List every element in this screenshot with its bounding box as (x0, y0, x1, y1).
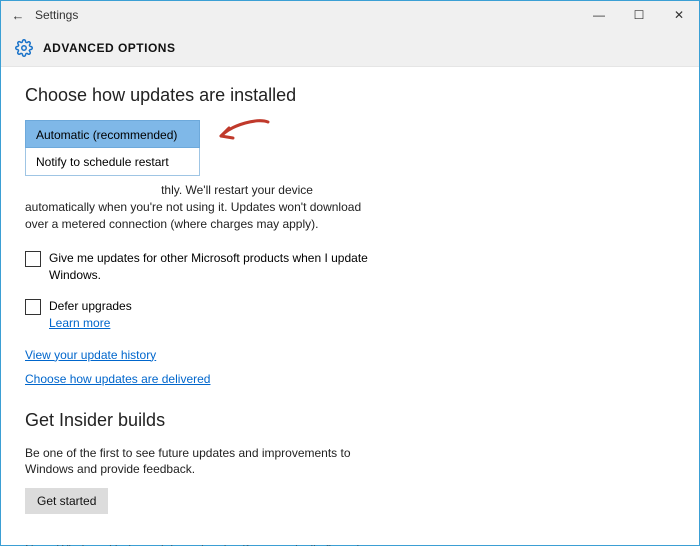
settings-window: ← Settings — ☐ ✕ ADVANCED OPTIONS Choose… (0, 0, 700, 546)
learn-more-link[interactable]: Learn more (49, 315, 110, 332)
checkbox-other-products[interactable]: Give me updates for other Microsoft prod… (25, 250, 375, 284)
back-icon[interactable]: ← (9, 6, 27, 24)
gear-icon (15, 39, 33, 57)
update-note: Note: Windows Update might update itself… (25, 542, 385, 546)
titlebar-left: ← Settings (9, 6, 78, 24)
insider-description: Be one of the first to see future update… (25, 445, 385, 479)
get-started-button[interactable]: Get started (25, 488, 108, 514)
app-title: Settings (35, 8, 78, 22)
dropdown-wrapper: Automatic (recommended) Notify to schedu… (25, 120, 675, 176)
window-controls: — ☐ ✕ (579, 1, 699, 29)
checkbox-icon[interactable] (25, 299, 41, 315)
install-mode-description: Notify to schedule restart thly. We'll r… (25, 182, 375, 232)
content-area: Choose how updates are installed Automat… (1, 67, 699, 546)
view-history-link[interactable]: View your update history (25, 348, 675, 362)
description-text: thly. We'll restart your device automati… (25, 183, 361, 231)
checkbox-label: Defer upgrades (49, 299, 132, 313)
insider-heading: Get Insider builds (25, 410, 675, 431)
checkbox-icon[interactable] (25, 251, 41, 267)
annotation-arrow-icon (213, 116, 273, 152)
checkbox-defer-upgrades[interactable]: Defer upgrades Learn more (25, 298, 375, 332)
titlebar: ← Settings — ☐ ✕ (1, 1, 699, 29)
updates-heading: Choose how updates are installed (25, 85, 675, 106)
minimize-button[interactable]: — (579, 1, 619, 29)
dropdown-option-automatic[interactable]: Automatic (recommended) (25, 120, 200, 148)
checkbox-label-group: Defer upgrades Learn more (49, 298, 375, 332)
install-mode-dropdown[interactable]: Automatic (recommended) Notify to schedu… (25, 120, 200, 176)
page-header: ADVANCED OPTIONS (1, 29, 699, 67)
checkbox-label: Give me updates for other Microsoft prod… (49, 250, 375, 284)
maximize-button[interactable]: ☐ (619, 1, 659, 29)
dropdown-option-notify[interactable]: Notify to schedule restart (25, 148, 200, 176)
delivery-link[interactable]: Choose how updates are delivered (25, 372, 675, 386)
close-button[interactable]: ✕ (659, 1, 699, 29)
page-title: ADVANCED OPTIONS (43, 41, 175, 55)
